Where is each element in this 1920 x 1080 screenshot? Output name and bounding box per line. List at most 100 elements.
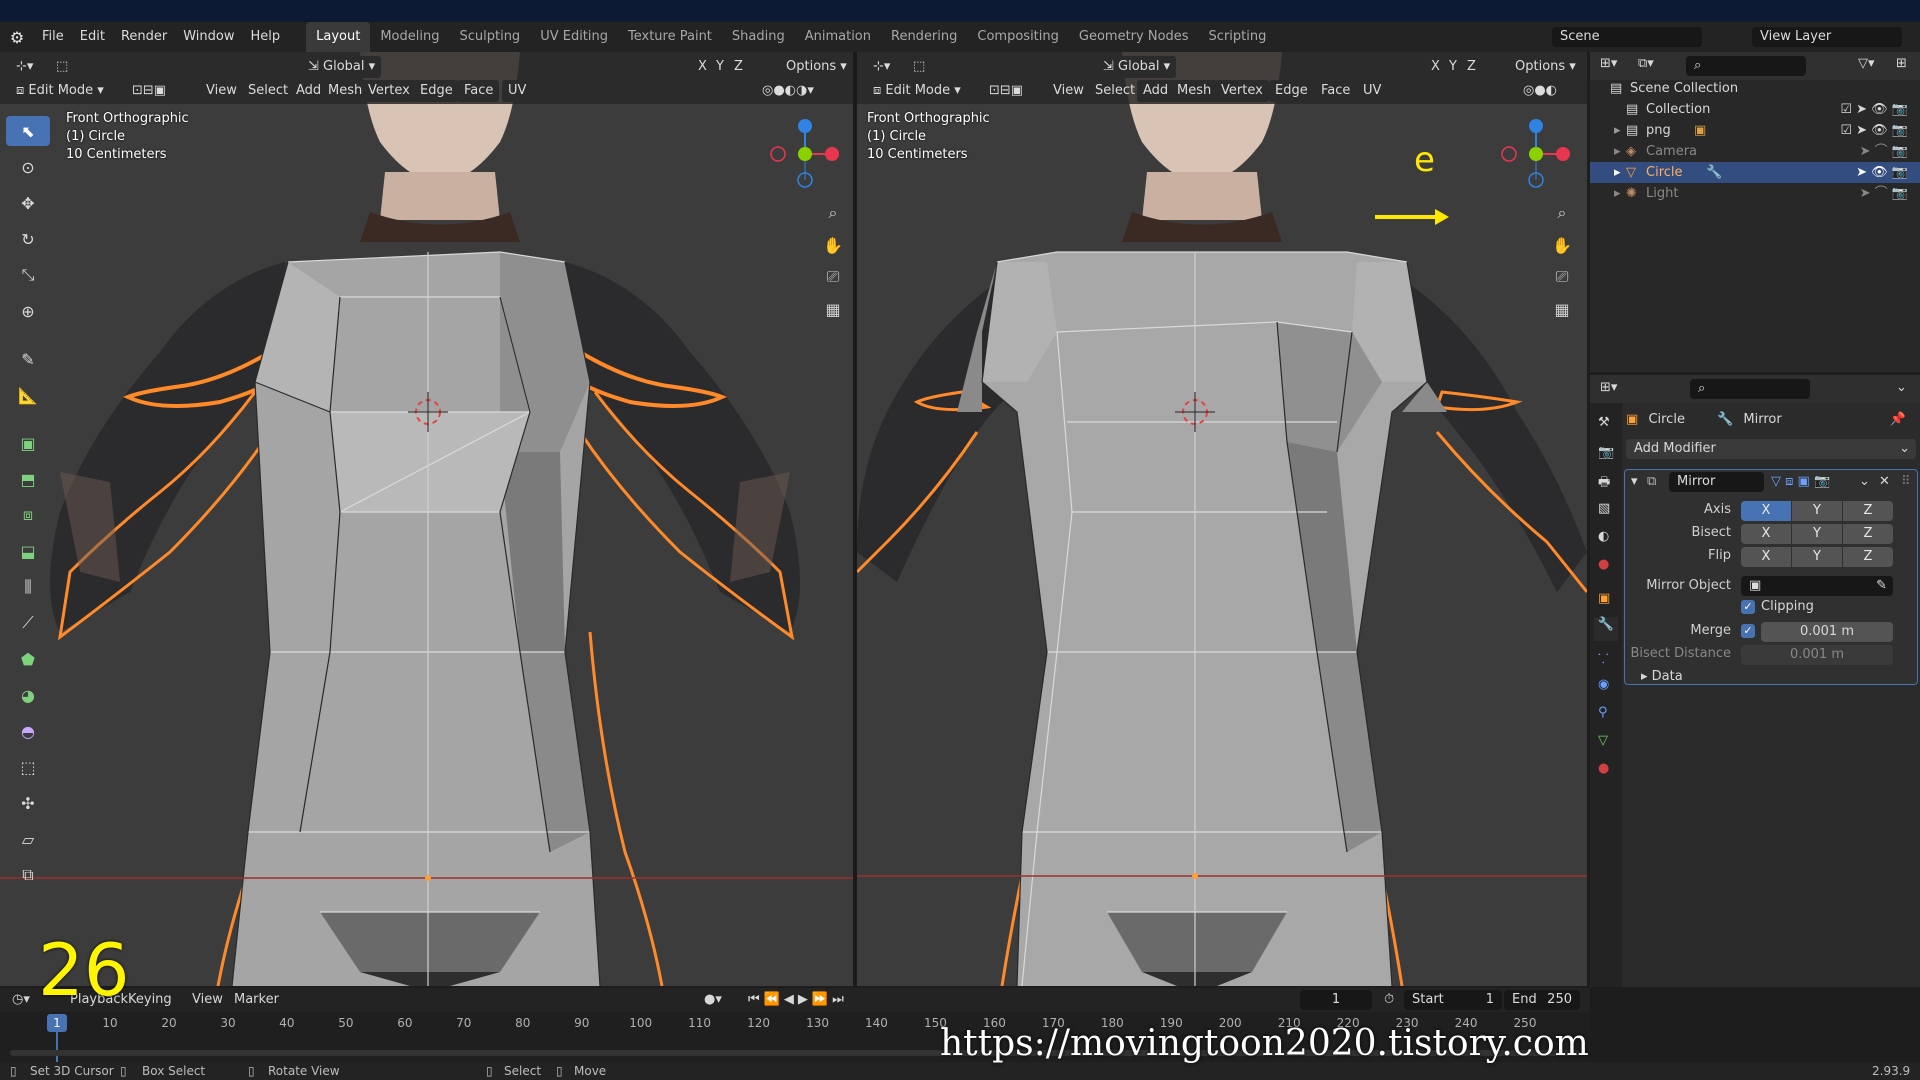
shear-tool[interactable]: ▱ bbox=[6, 824, 50, 854]
close-icon[interactable]: ✕ bbox=[1879, 470, 1890, 494]
options-dropdown[interactable]: Options ▾ bbox=[780, 56, 853, 78]
flip-y-button[interactable]: Y bbox=[1792, 547, 1842, 567]
visibility-icons[interactable]: ➤ 👁 📷 bbox=[1856, 162, 1908, 183]
tab-compositing[interactable]: Compositing bbox=[967, 22, 1069, 52]
merge-distance-field[interactable]: 0.001 m bbox=[1761, 622, 1893, 642]
grid-perspective-icon[interactable]: ▦ bbox=[818, 294, 848, 324]
filter-dropdown-icon[interactable]: ⧉▾ bbox=[1638, 56, 1654, 71]
visibility-icons[interactable]: ➤ ⌒ 📷 bbox=[1860, 183, 1908, 204]
bisect-y-button[interactable]: Y bbox=[1792, 524, 1842, 544]
tab-layout[interactable]: Layout bbox=[306, 22, 371, 52]
bisect-x-button[interactable]: X bbox=[1741, 524, 1791, 544]
menu-window[interactable]: Window bbox=[175, 22, 242, 52]
modifier-toggle-icons[interactable]: ▽ ⧈ ▣ 📷 bbox=[1771, 470, 1830, 494]
select-mode-icon[interactable]: ⬚ bbox=[50, 56, 75, 78]
tool-tab-icon[interactable]: ⚒ bbox=[1598, 415, 1610, 430]
outliner-row-scene-collection[interactable]: ▤ Scene Collection bbox=[1590, 78, 1920, 99]
select-box-tool[interactable]: ⬉ bbox=[6, 116, 50, 146]
tab-sculpting[interactable]: Sculpting bbox=[449, 22, 530, 52]
pan-hand-icon[interactable]: ✋ bbox=[1547, 230, 1577, 260]
menu-add[interactable]: Add bbox=[1137, 80, 1175, 102]
chevron-down-icon[interactable]: ⌄ bbox=[1859, 470, 1870, 494]
add-modifier-dropdown[interactable]: Add Modifier ⌄ bbox=[1626, 439, 1916, 459]
smooth-tool[interactable]: ◓ bbox=[6, 716, 50, 746]
menu-edge[interactable]: Edge bbox=[414, 80, 459, 102]
menu-help[interactable]: Help bbox=[243, 22, 289, 52]
navigation-gizmo[interactable] bbox=[1491, 114, 1571, 194]
edge-slide-tool[interactable]: ⬚ bbox=[6, 752, 50, 782]
bisect-z-button[interactable]: Z bbox=[1843, 524, 1893, 544]
expand-arrow-icon[interactable]: ▸ bbox=[1614, 162, 1621, 183]
tab-rendering[interactable]: Rendering bbox=[881, 22, 967, 52]
editor-type-icon[interactable]: ⊞▾ bbox=[1600, 380, 1617, 395]
menu-edge[interactable]: Edge bbox=[1269, 80, 1314, 102]
transform-orientation-dropdown[interactable]: ⇲ Global ▾ bbox=[1097, 56, 1177, 78]
tab-modeling[interactable]: Modeling bbox=[370, 22, 449, 52]
outliner-row-png[interactable]: ▸ ▤ png ▣ ☑ ➤ 👁 📷 bbox=[1590, 120, 1920, 141]
measure-tool[interactable]: 📐 bbox=[6, 380, 50, 410]
vertex-select-icon[interactable]: ⊡⊟▣ bbox=[126, 80, 172, 102]
axis-y-toggle[interactable]: Y bbox=[1443, 56, 1463, 78]
pan-hand-icon[interactable]: ✋ bbox=[818, 230, 848, 260]
bisect-distance-field[interactable]: 0.001 m bbox=[1741, 645, 1893, 665]
view-layer-tab-icon[interactable]: ▧ bbox=[1598, 501, 1610, 516]
menu-face[interactable]: Face bbox=[1315, 80, 1356, 102]
shading-mode-icons[interactable]: ◎●◐ bbox=[1517, 80, 1563, 102]
shrink-fatten-tool[interactable]: ✣ bbox=[6, 788, 50, 818]
menu-view[interactable]: View bbox=[192, 988, 223, 1012]
outliner-row-camera[interactable]: ▸ ◈ Camera ➤ ⌒ 📷 bbox=[1590, 141, 1920, 162]
camera-view-icon[interactable]: ⎚ bbox=[818, 262, 848, 292]
options-dropdown[interactable]: Options ▾ bbox=[1509, 56, 1582, 78]
record-icon[interactable]: ●▾ bbox=[704, 988, 722, 1012]
outliner-row-light[interactable]: ▸ ✺ Light ➤ ⌒ 📷 bbox=[1590, 183, 1920, 204]
editor-type-icon[interactable]: ⊹▾ bbox=[867, 56, 896, 78]
scene-tab-icon[interactable]: ◐ bbox=[1598, 529, 1609, 544]
cursor-tool[interactable]: ⊙ bbox=[6, 152, 50, 182]
axis-z-toggle[interactable]: Z bbox=[1461, 56, 1482, 78]
menu-uv[interactable]: UV bbox=[502, 80, 533, 102]
add-cube-tool[interactable]: ▣ bbox=[6, 428, 50, 458]
menu-select[interactable]: Select bbox=[1089, 80, 1141, 102]
outliner-search-input[interactable]: ⌕ bbox=[1686, 56, 1806, 76]
new-collection-icon[interactable]: ⊞ bbox=[1896, 56, 1907, 71]
physics-tab-icon[interactable]: ◉ bbox=[1598, 677, 1609, 692]
properties-search-input[interactable]: ⌕ bbox=[1690, 379, 1810, 399]
viewport-left[interactable]: ⊹▾ ⬚ ⇲ Global ▾ X Y Z Options ▾ ⧈ Edit M… bbox=[0, 52, 853, 986]
clipping-checkbox[interactable]: ✓ bbox=[1741, 600, 1755, 614]
annotate-tool[interactable]: ✎ bbox=[6, 344, 50, 374]
menu-edit[interactable]: Edit bbox=[72, 22, 113, 52]
menu-uv[interactable]: UV bbox=[1357, 80, 1387, 102]
tab-scripting[interactable]: Scripting bbox=[1199, 22, 1277, 52]
tab-shading[interactable]: Shading bbox=[722, 22, 795, 52]
viewport-right[interactable]: e ⊹▾ ⬚ ⇲ Global ▾ X Y Z Options ▾ ⧈ Edit… bbox=[857, 52, 1587, 986]
view-layer-selector[interactable]: View Layer bbox=[1752, 27, 1902, 47]
blender-logo-icon[interactable]: ⚙ bbox=[0, 28, 34, 47]
menu-vertex[interactable]: Vertex bbox=[362, 80, 416, 102]
flip-x-button[interactable]: X bbox=[1741, 547, 1791, 567]
visibility-icons[interactable]: ☑ ➤ 👁 📷 bbox=[1840, 99, 1908, 120]
zoom-icon[interactable]: ⌕ bbox=[818, 198, 848, 228]
particles-tab-icon[interactable]: ⸪ bbox=[1598, 649, 1609, 667]
loop-cut-tool[interactable]: ⫼ bbox=[6, 572, 50, 602]
expand-arrow-icon[interactable]: ▸ bbox=[1614, 141, 1621, 162]
bevel-tool[interactable]: ⬓ bbox=[6, 536, 50, 566]
current-frame-field[interactable]: 1 bbox=[1300, 990, 1372, 1010]
tab-animation[interactable]: Animation bbox=[795, 22, 881, 52]
end-frame-field[interactable]: End 250 bbox=[1504, 990, 1580, 1010]
navigation-gizmo[interactable] bbox=[760, 114, 840, 194]
menu-vertex[interactable]: Vertex bbox=[1215, 80, 1269, 102]
tab-geometry-nodes[interactable]: Geometry Nodes bbox=[1069, 22, 1199, 52]
move-tool[interactable]: ✥ bbox=[6, 188, 50, 218]
spin-tool[interactable]: ◕ bbox=[6, 680, 50, 710]
playhead[interactable] bbox=[56, 1032, 58, 1062]
playback-controls[interactable]: ⏮⏪◀▶⏩⏭ bbox=[748, 988, 848, 1012]
mirror-object-field[interactable]: ▣ ✎ bbox=[1741, 576, 1893, 596]
modifier-tab-icon[interactable]: 🔧 bbox=[1594, 617, 1618, 641]
material-tab-icon[interactable]: ● bbox=[1598, 761, 1609, 776]
menu-mesh[interactable]: Mesh bbox=[1171, 80, 1218, 102]
render-tab-icon[interactable]: 📷 bbox=[1598, 445, 1614, 460]
expand-arrow-icon[interactable]: ▸ bbox=[1614, 183, 1621, 204]
object-tab-icon[interactable]: ▣ bbox=[1598, 591, 1610, 606]
grid-perspective-icon[interactable]: ▦ bbox=[1547, 294, 1577, 324]
menu-marker[interactable]: Marker bbox=[234, 988, 279, 1012]
